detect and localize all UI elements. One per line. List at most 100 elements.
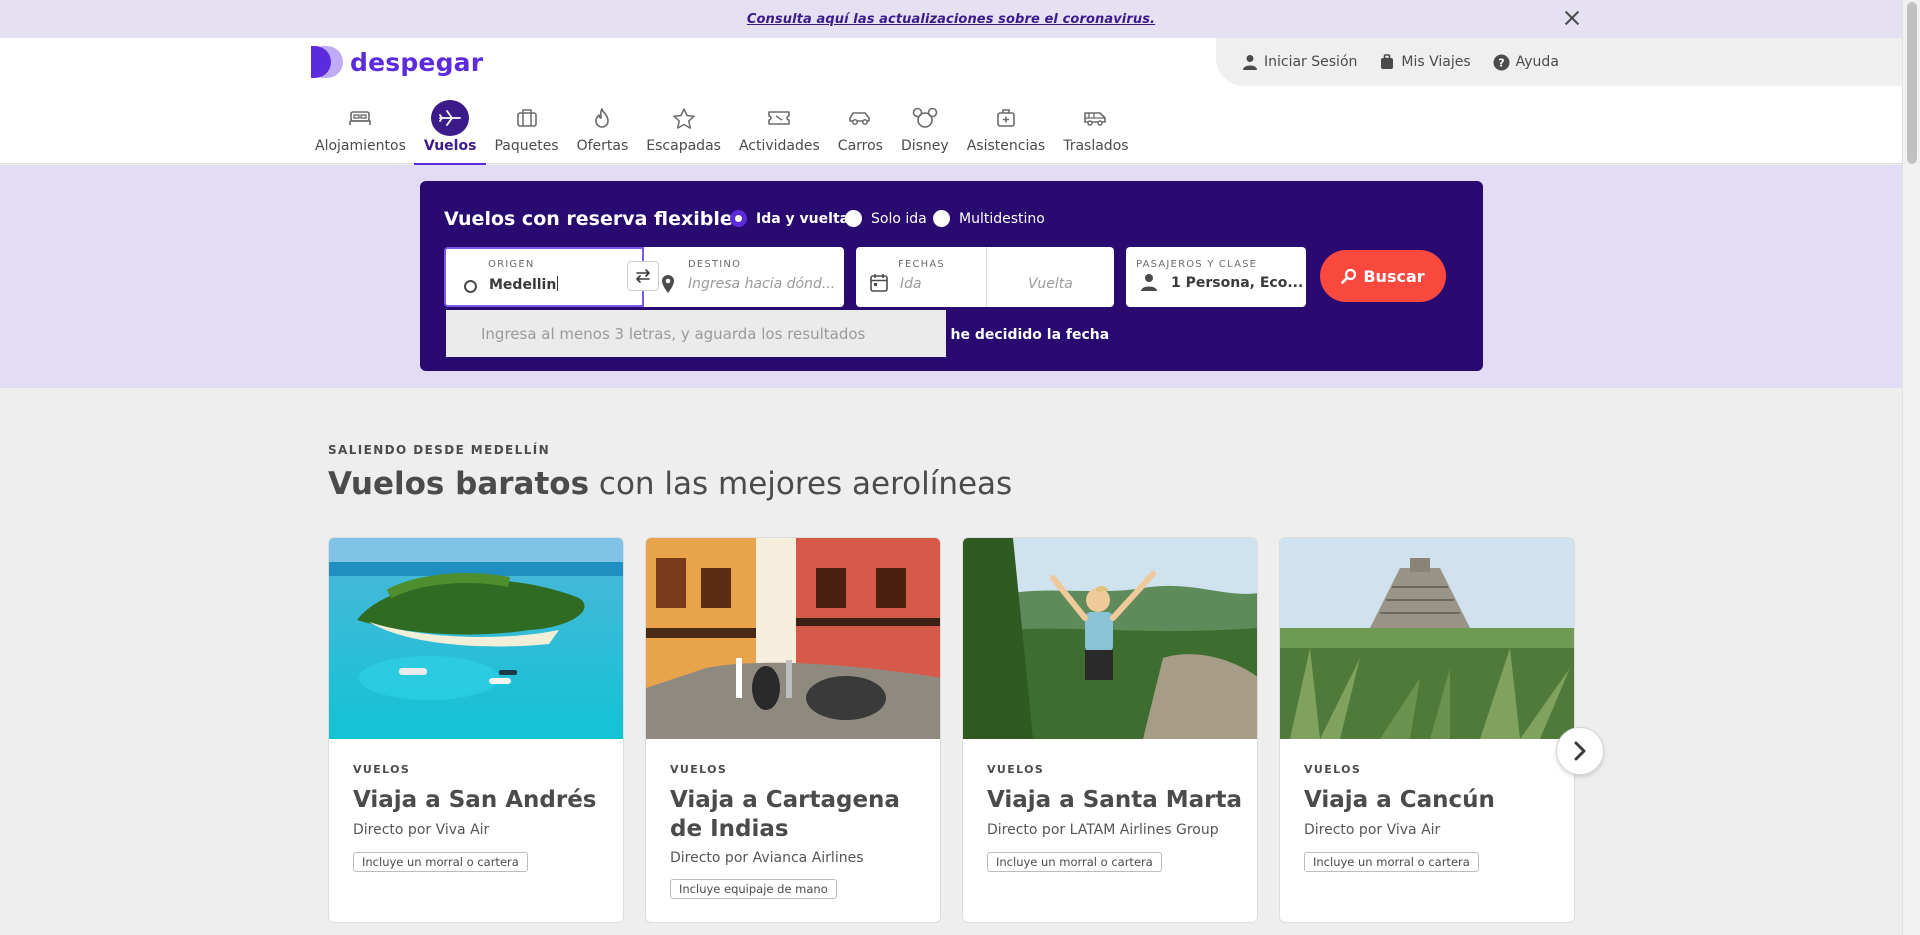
medkit-icon [987,100,1025,136]
origin-input[interactable]: Medellin [489,276,558,293]
nav-item-alojamientos[interactable]: Alojamientos [311,100,410,164]
mickey-icon [906,100,944,136]
despegar-logo[interactable]: despegar [311,46,483,78]
card-title: Viaja a Santa Marta [987,787,1242,813]
flame-icon [583,100,621,136]
nav-item-ofertas[interactable]: Ofertas [573,100,633,164]
card-badge: Incluye equipaje de mano [670,879,837,899]
origin-label: ORIGEN [488,259,535,270]
passengers-value: 1 Persona, Eco... [1171,275,1304,291]
nav-label: Actividades [738,138,820,154]
nav-item-disney[interactable]: Disney [897,100,953,164]
destination-card-cancun[interactable]: VUELOS Viaja a Cancún Directo por Viva A… [1279,537,1575,923]
nav-label: Ofertas [576,138,629,154]
logo-mark-icon [311,46,343,78]
product-nav: Alojamientos Vuelos Paquetes Ofertas Esc… [311,100,1143,165]
nav-label: Escapadas [646,138,721,154]
destination-field[interactable]: DESTINO Ingresa hacia dónd... [644,247,844,307]
login-button[interactable]: Iniciar Sesión [1242,54,1357,70]
card-subtitle: Directo por LATAM Airlines Group [987,822,1219,838]
site-header: despegar Iniciar Sesión Mis Viajes ? Ayu… [0,38,1902,165]
nav-label: Carros [837,138,883,154]
luggage-icon [1381,54,1394,69]
card-subtitle: Directo por Avianca Airlines [670,850,864,866]
help-button[interactable]: ? Ayuda [1493,54,1559,71]
bed-icon [341,100,379,136]
nav-label: Traslados [1063,138,1129,154]
nav-item-asistencias[interactable]: Asistencias [963,100,1050,164]
trip-type-multidestination-radio[interactable]: Multidestino [933,210,1045,227]
cartagena-image [646,538,940,739]
radio-icon [845,210,862,227]
nav-label: Paquetes [494,138,559,154]
carousel-next-button[interactable] [1556,727,1604,775]
star-icon [665,100,703,136]
page-scrollbar[interactable] [1902,0,1920,935]
heading-rest: con las mejores aerolíneas [589,466,1013,502]
return-date-input[interactable]: Vuelta [1028,276,1073,292]
nav-label: Vuelos [423,138,477,154]
departure-date-input[interactable]: Ida [900,276,922,292]
svg-text:?: ? [1498,56,1504,69]
santa-marta-image [963,538,1257,739]
card-tag: VUELOS [670,763,728,776]
card-tag: VUELOS [353,763,411,776]
dates-label: FECHAS [898,259,945,270]
card-subtitle: Directo por Viva Air [1304,822,1441,838]
card-badge: Incluye un morral o cartera [987,852,1162,872]
passengers-field[interactable]: PASAJEROS Y CLASE 1 Persona, Eco... [1126,247,1306,307]
close-icon[interactable] [1562,8,1582,28]
nav-label: Disney [900,138,949,154]
dates-field[interactable]: FECHAS Ida Vuelta [856,247,1114,307]
car-icon [841,100,879,136]
card-title: Viaja a Cancún [1304,787,1495,813]
radio-selected-icon [730,210,747,227]
card-title: Viaja a Cartagena de Indias [670,787,900,842]
section-eyebrow: SALIENDO DESDE MEDELLÍN [328,443,551,457]
trip-type-roundtrip-radio[interactable]: Ida y vuelta [730,210,849,227]
search-button[interactable]: Buscar [1320,250,1446,302]
nav-item-traslados[interactable]: Traslados [1059,100,1132,164]
search-icon [1341,268,1357,284]
undecided-date-checkbox-label[interactable]: o he decidido la fecha [936,327,1109,343]
help-icon: ? [1493,54,1510,70]
trip-type-oneway-radio[interactable]: Solo ida [845,210,927,227]
location-pin-icon [662,275,674,293]
swap-button[interactable] [627,261,659,291]
nav-item-carros[interactable]: Carros [834,100,887,164]
cancun-image [1280,538,1574,739]
san-andres-image [329,538,623,739]
radio-label: Multidestino [959,210,1045,227]
radio-icon [933,210,950,227]
origin-autocomplete-hint: Ingresa al menos 3 letras, y aguarda los… [446,310,946,357]
coronavirus-notice-bar: Consulta aquí las actualizaciones sobre … [0,0,1902,38]
plane-icon [431,100,470,136]
nav-item-vuelos[interactable]: Vuelos [413,100,486,165]
my-trips-button[interactable]: Mis Viajes [1379,54,1471,70]
calendar-icon [870,274,888,292]
destination-label: DESTINO [688,259,742,270]
destination-card-san-andres[interactable]: VUELOS Viaja a San Andrés Directo por Vi… [328,537,624,923]
search-button-label: Buscar [1363,266,1425,286]
card-title: Viaja a San Andrés [353,787,597,813]
coronavirus-notice-link[interactable]: Consulta aquí las actualizaciones sobre … [747,12,1155,27]
dates-divider [986,247,987,307]
origin-field[interactable]: ORIGEN Medellin [444,247,644,307]
user-icon [1243,55,1257,70]
nav-item-paquetes[interactable]: Paquetes [490,100,562,164]
card-badge: Incluye un morral o cartera [353,852,528,872]
nav-item-actividades[interactable]: Actividades [735,100,824,164]
ticket-icon [760,100,798,136]
nav-label: Alojamientos [315,138,406,154]
destination-card-cartagena[interactable]: VUELOS Viaja a Cartagena de Indias Direc… [645,537,941,923]
card-tag: VUELOS [987,763,1045,776]
heading-bold: Vuelos baratos [328,466,590,502]
radio-label: Solo ida [871,210,927,227]
scrollbar-thumb[interactable] [1907,2,1917,164]
origin-circle-icon [464,280,477,293]
destination-card-santa-marta[interactable]: VUELOS Viaja a Santa Marta Directo por L… [962,537,1258,923]
shuttle-icon [1077,100,1115,136]
destination-input[interactable]: Ingresa hacia dónd... [688,276,835,292]
nav-item-escapadas[interactable]: Escapadas [642,100,725,164]
swap-arrows-icon [636,269,650,283]
